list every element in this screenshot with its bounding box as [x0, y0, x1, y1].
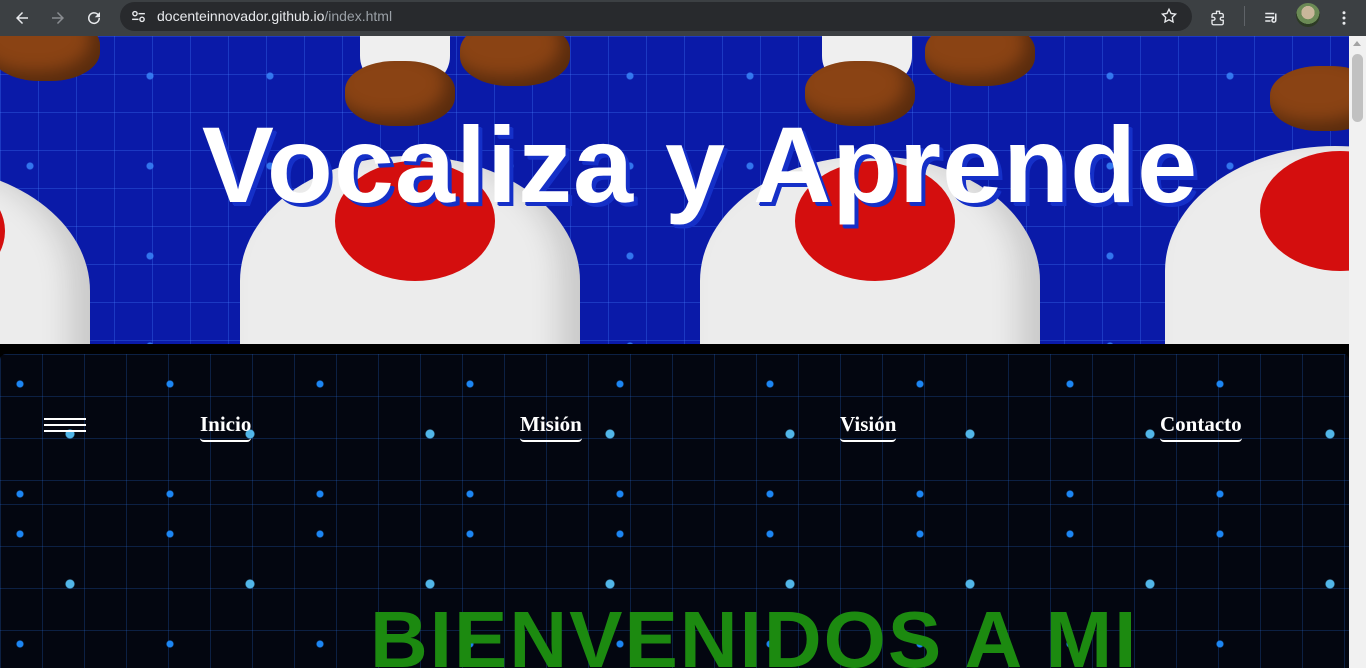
- site-settings-icon[interactable]: [130, 8, 147, 25]
- nav-link-vision[interactable]: Visión: [840, 412, 897, 442]
- nav-link-inicio[interactable]: Inicio: [200, 412, 252, 442]
- decorative-foot: [925, 36, 1035, 86]
- scrollbar-thumb[interactable]: [1352, 54, 1363, 122]
- url-path: /index.html: [324, 8, 393, 24]
- page-content: Vocaliza y Aprende Inicio Misión Visión …: [0, 36, 1349, 668]
- extensions-icon[interactable]: [1206, 6, 1230, 30]
- browser-toolbar: docenteinnovador.github.io/index.html: [0, 0, 1366, 36]
- hamburger-menu-icon[interactable]: [44, 418, 86, 434]
- reload-icon[interactable]: [82, 6, 106, 30]
- main-navbar: Inicio Misión Visión Contacto: [0, 354, 1349, 512]
- decorative-foot: [0, 36, 100, 81]
- avatar[interactable]: [1296, 3, 1320, 27]
- site-title: Vocaliza y Aprende: [201, 104, 1199, 225]
- scroll-up-icon[interactable]: [1353, 41, 1361, 46]
- reading-list-icon[interactable]: [1260, 6, 1284, 30]
- back-icon[interactable]: [10, 6, 34, 30]
- url-domain: docenteinnovador.github.io: [157, 8, 325, 24]
- toolbar-separator: [1244, 6, 1245, 26]
- star-icon[interactable]: [1160, 7, 1178, 25]
- url-text: docenteinnovador.github.io/index.html: [157, 8, 392, 24]
- welcome-section: BIENVENIDOS A MI: [0, 504, 1349, 668]
- nav-link-contacto[interactable]: Contacto: [1160, 412, 1242, 442]
- decorative-foot: [460, 36, 570, 86]
- header-banner: Vocaliza y Aprende: [0, 36, 1349, 344]
- more-icon[interactable]: [1332, 6, 1356, 30]
- welcome-heading: BIENVENIDOS A MI: [370, 595, 1139, 668]
- nav-link-mision[interactable]: Misión: [520, 412, 582, 442]
- forward-icon[interactable]: [46, 6, 70, 30]
- page-scrollbar[interactable]: [1349, 36, 1366, 668]
- address-bar[interactable]: docenteinnovador.github.io/index.html: [120, 2, 1192, 31]
